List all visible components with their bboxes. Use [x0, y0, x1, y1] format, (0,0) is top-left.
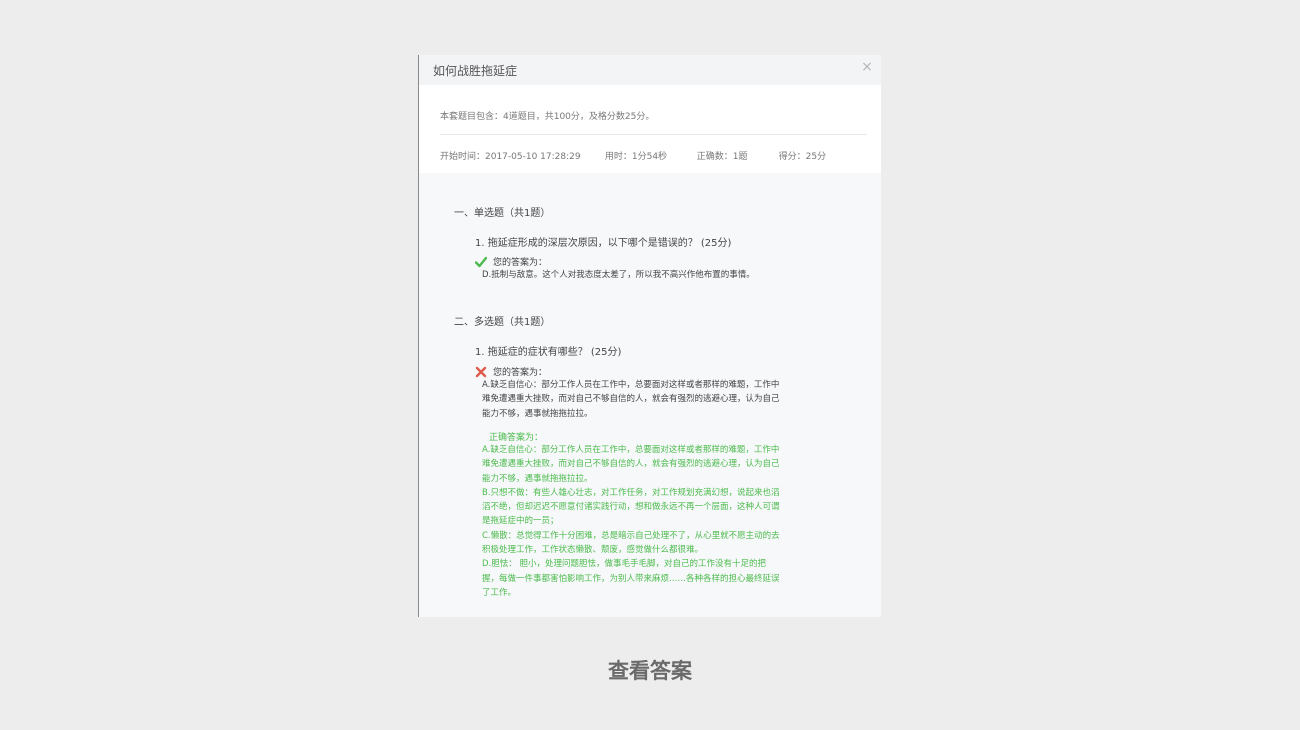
user-answer-text: A.缺乏自信心：部分工作人员在工作中，总要面对这样或者那样的难题，工作中难免遭遇… — [482, 380, 780, 419]
question-text: 1. 拖延症的症状有哪些？ (25分) — [475, 347, 622, 358]
dialog-header: 如何战胜拖延症 × — [419, 55, 881, 85]
answers-content: 一、单选题（共1题） 1. 拖延症形成的深层次原因，以下哪个是错误的？ (25分… — [419, 173, 881, 617]
correct-option: D.胆怯： 胆小，处理问题胆怯，做事毛手毛脚，对自己的工作没有十足的把握，每做一… — [482, 559, 780, 598]
question-text: 1. 拖延症形成的深层次原因，以下哪个是错误的？ (25分) — [475, 238, 732, 249]
start-time: 开始时间：2017-05-10 17:28:29 — [440, 152, 581, 162]
result-info: 本套题目包含：4道题目，共100分，及格分数25分。 开始时间：2017-05-… — [419, 85, 881, 173]
dialog-title: 如何战胜拖延症 — [433, 64, 518, 78]
correct-option: C.懒散：总觉得工作十分困难，总是暗示自己处理不了，从心里就不愿主动的去积极处理… — [482, 530, 780, 556]
view-answer-caption: 查看答案 — [608, 659, 692, 683]
answer-label: 您的答案为： — [493, 258, 548, 268]
check-icon — [474, 256, 488, 268]
correct-option: A.缺乏自信心：部分工作人员在工作中，总要面对这样或者那样的难题，工作中难免遭遇… — [482, 445, 780, 484]
section-title-single: 一、单选题（共1题） — [454, 208, 551, 219]
score: 得分：25分 — [778, 152, 827, 162]
quiz-summary: 本套题目包含：4道题目，共100分，及格分数25分。 — [440, 112, 655, 122]
section-title-multi: 二、多选题（共1题） — [454, 317, 551, 328]
user-answer-text: D.抵制与敌意。这个人对我态度太差了，所以我不高兴作他布置的事情。 — [482, 270, 755, 280]
divider — [440, 134, 867, 135]
answer-header: 您的答案为： — [474, 255, 548, 268]
answer-label: 您的答案为： — [493, 368, 548, 378]
answer-header: 您的答案为： — [475, 365, 547, 378]
duration: 用时：1分54秒 — [604, 152, 668, 162]
close-icon[interactable]: × — [860, 60, 874, 74]
result-dialog: 如何战胜拖延症 × 本套题目包含：4道题目，共100分，及格分数25分。 开始时… — [418, 55, 881, 617]
cross-icon — [475, 366, 487, 378]
correct-count: 正确数：1题 — [696, 152, 748, 162]
correct-answer-text: A.缺乏自信心：部分工作人员在工作中，总要面对这样或者那样的难题，工作中难免遭遇… — [482, 443, 780, 600]
correct-option: B.只想不做：有些人雄心壮志，对工作任务，对工作规划充满幻想，说起来也滔滔不绝，… — [482, 487, 780, 527]
result-stats: 开始时间：2017-05-10 17:28:29 用时：1分54秒 正确数：1题… — [440, 149, 826, 162]
correct-answer-label: 正确答案为： — [489, 433, 544, 443]
